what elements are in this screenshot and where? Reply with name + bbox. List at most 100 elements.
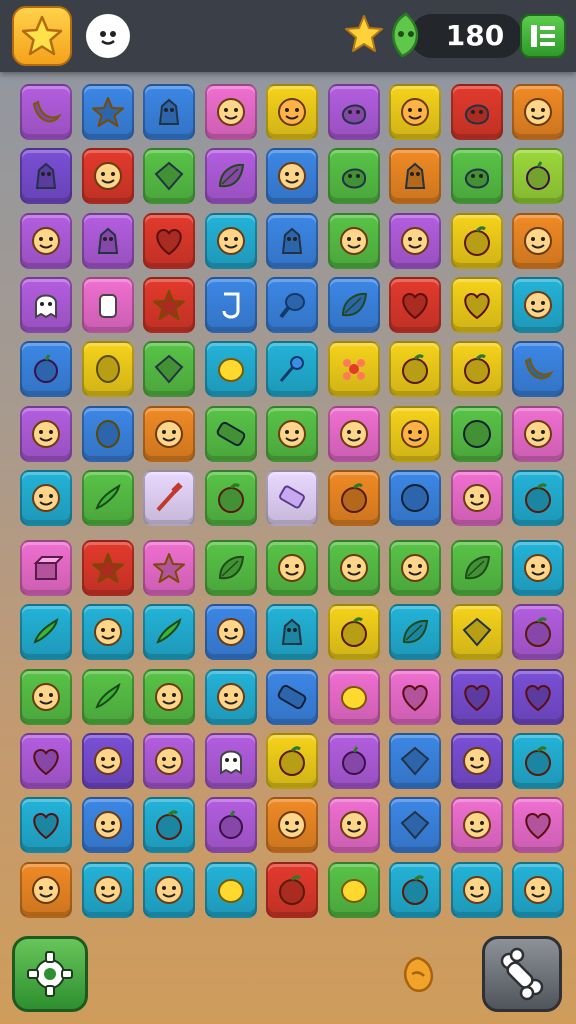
tile[interactable] — [512, 406, 564, 462]
tile[interactable] — [82, 277, 134, 333]
tile[interactable] — [266, 540, 318, 596]
tile[interactable] — [451, 213, 503, 269]
tile[interactable] — [328, 148, 380, 204]
ghost-avatar-icon[interactable] — [86, 14, 130, 58]
tile[interactable] — [389, 604, 441, 660]
tile[interactable] — [328, 669, 380, 725]
tile[interactable] — [205, 862, 257, 918]
tile[interactable] — [205, 470, 257, 526]
tile[interactable] — [20, 341, 72, 397]
tile[interactable] — [266, 213, 318, 269]
tile[interactable] — [328, 213, 380, 269]
tile[interactable] — [328, 406, 380, 462]
tile[interactable] — [82, 669, 134, 725]
tile[interactable] — [512, 797, 564, 853]
tile[interactable] — [451, 733, 503, 789]
tile[interactable] — [389, 470, 441, 526]
tile[interactable] — [266, 341, 318, 397]
tile[interactable] — [451, 604, 503, 660]
tile[interactable] — [82, 797, 134, 853]
tile[interactable] — [266, 406, 318, 462]
tile[interactable] — [389, 213, 441, 269]
tile[interactable] — [266, 84, 318, 140]
menu-button[interactable] — [520, 14, 566, 58]
tile[interactable] — [266, 797, 318, 853]
tile[interactable] — [328, 862, 380, 918]
tile[interactable] — [328, 277, 380, 333]
tile[interactable] — [389, 797, 441, 853]
tile[interactable] — [451, 277, 503, 333]
tile[interactable] — [82, 604, 134, 660]
tile[interactable] — [20, 213, 72, 269]
tile[interactable] — [20, 733, 72, 789]
tile[interactable] — [451, 797, 503, 853]
tile[interactable] — [205, 604, 257, 660]
tile[interactable] — [143, 213, 195, 269]
tile[interactable] — [451, 406, 503, 462]
tile[interactable] — [82, 733, 134, 789]
tool-button[interactable] — [482, 936, 562, 1012]
tile[interactable] — [512, 277, 564, 333]
tile[interactable] — [143, 148, 195, 204]
tile[interactable] — [82, 540, 134, 596]
tile[interactable] — [205, 733, 257, 789]
tile[interactable] — [82, 470, 134, 526]
tile[interactable] — [20, 406, 72, 462]
tile[interactable] — [328, 604, 380, 660]
tile[interactable] — [143, 733, 195, 789]
tile[interactable] — [512, 733, 564, 789]
tile[interactable] — [82, 148, 134, 204]
tile[interactable] — [328, 84, 380, 140]
tile[interactable] — [205, 540, 257, 596]
star-button[interactable] — [12, 6, 72, 66]
hint-icon[interactable] — [398, 954, 438, 998]
tile[interactable] — [389, 406, 441, 462]
tile[interactable] — [143, 406, 195, 462]
tile[interactable] — [512, 540, 564, 596]
tile[interactable] — [389, 733, 441, 789]
tile[interactable] — [266, 733, 318, 789]
tile[interactable] — [389, 862, 441, 918]
tile[interactable] — [143, 604, 195, 660]
tile[interactable] — [389, 84, 441, 140]
tile[interactable] — [143, 84, 195, 140]
tile[interactable] — [328, 797, 380, 853]
tile[interactable] — [20, 84, 72, 140]
tile[interactable] — [143, 669, 195, 725]
tile[interactable] — [20, 862, 72, 918]
tile[interactable] — [512, 669, 564, 725]
tile[interactable] — [328, 733, 380, 789]
tile[interactable] — [389, 341, 441, 397]
tile[interactable] — [512, 84, 564, 140]
tile[interactable] — [328, 470, 380, 526]
tile[interactable] — [82, 341, 134, 397]
tile[interactable] — [205, 213, 257, 269]
tile[interactable] — [143, 540, 195, 596]
tile[interactable] — [82, 213, 134, 269]
tile[interactable] — [512, 148, 564, 204]
tile[interactable] — [143, 862, 195, 918]
tile[interactable] — [205, 84, 257, 140]
tile[interactable] — [451, 470, 503, 526]
tile[interactable] — [20, 540, 72, 596]
tile[interactable] — [205, 277, 257, 333]
tile[interactable] — [266, 669, 318, 725]
tile[interactable] — [389, 540, 441, 596]
tile[interactable] — [20, 669, 72, 725]
tile[interactable] — [266, 862, 318, 918]
tile[interactable] — [20, 604, 72, 660]
tile[interactable] — [266, 277, 318, 333]
tile[interactable] — [20, 148, 72, 204]
tile[interactable] — [266, 470, 318, 526]
tile[interactable] — [143, 341, 195, 397]
tile[interactable] — [451, 540, 503, 596]
settings-button[interactable] — [12, 936, 88, 1012]
tile[interactable] — [205, 669, 257, 725]
tile[interactable] — [512, 341, 564, 397]
tile[interactable] — [389, 669, 441, 725]
tile[interactable] — [143, 277, 195, 333]
tile[interactable] — [205, 341, 257, 397]
tile[interactable] — [266, 604, 318, 660]
tile[interactable] — [512, 213, 564, 269]
tile[interactable] — [266, 148, 318, 204]
